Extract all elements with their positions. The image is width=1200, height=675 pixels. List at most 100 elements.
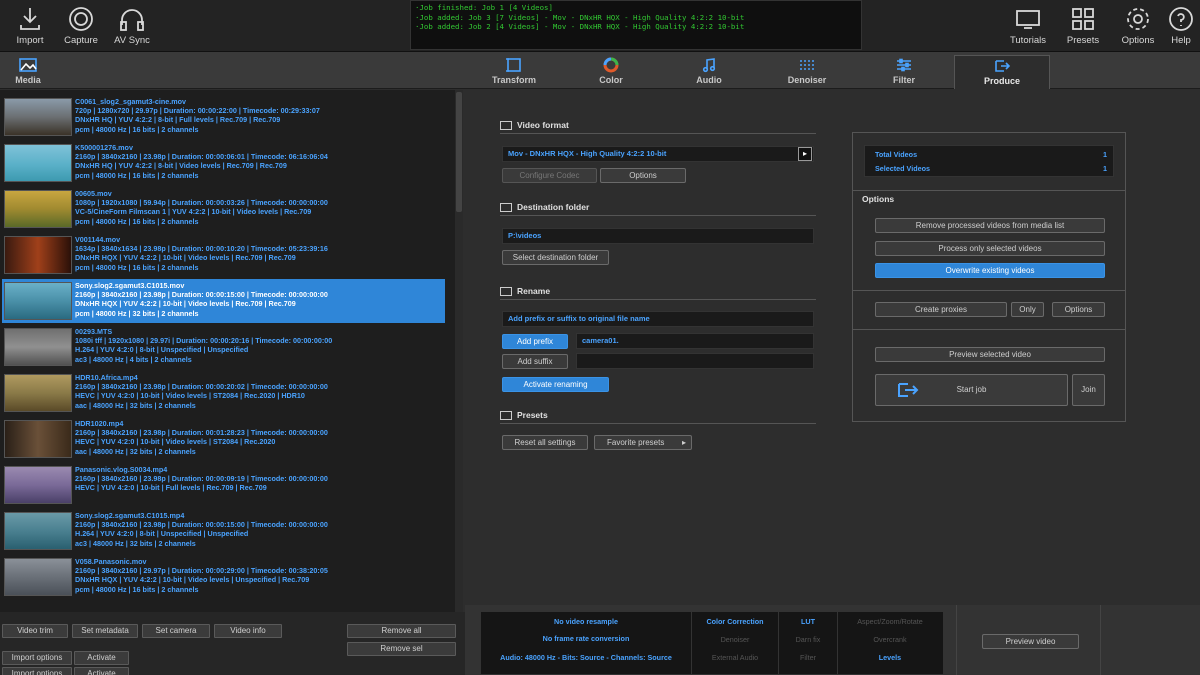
media-item[interactable]: V001144.mov 1634p | 3840x1634 | 23.98p | … [2,233,445,277]
video-thumbnail [4,190,72,228]
activate-button-2[interactable]: Activate [74,667,129,675]
proxies-only-button[interactable]: Only [1011,302,1044,317]
activate-button[interactable]: Activate [74,651,129,665]
presets-button[interactable]: Presets [1053,5,1113,49]
divider [500,215,816,216]
media-item[interactable]: Panasonic.vlog.S0034.mp4 2160p | 3840x216… [2,463,445,507]
tab-denoiser[interactable]: Denoiser [759,55,855,89]
activate-renaming-button[interactable]: Activate renaming [502,377,609,392]
options-label: Options [1121,35,1155,46]
create-proxies-button[interactable]: Create proxies [875,302,1007,317]
media-meta: V001144.mov 1634p | 3840x1634 | 23.98p | … [75,235,328,272]
preview-selected-button[interactable]: Preview selected video [875,347,1105,362]
total-videos-value: 1 [1103,150,1107,159]
tab-color[interactable]: Color [563,55,659,89]
media-item[interactable]: 00605.mov 1080p | 1920x1080 | 59.94p | Du… [2,187,445,231]
video-info-button[interactable]: Video info [214,624,282,638]
start-job-button[interactable]: Start job [875,374,1068,406]
preview-video-button[interactable]: Preview video [982,634,1079,649]
app-window: Import Capture AV Sync ·Job finished: Jo… [0,0,1200,675]
format-options-button[interactable]: Options [600,168,686,183]
video-thumbnail [4,420,72,458]
divider [500,133,816,134]
media-meta: V058.Panasonic.mov 2160p | 3840x2160 | 29… [75,557,328,594]
video-thumbnail [4,374,72,412]
video-thumbnail [4,144,72,182]
proxies-options-button[interactable]: Options [1052,302,1105,317]
transform-icon [466,57,562,75]
media-item[interactable]: K500001276.mov 2160p | 3840x2160 | 23.98p… [2,141,445,185]
remove-selected-button[interactable]: Remove sel [347,642,456,656]
divider [500,299,816,300]
tab-media-label: Media [15,75,41,85]
media-meta: Sony.slog2.sgamut3.C1015.mov 2160p | 3840… [75,281,328,318]
video-thumbnail [4,236,72,274]
divider [853,190,1125,191]
avsync-button[interactable]: AV Sync [102,5,162,49]
media-list[interactable]: C0061_slog2_sgamut3-cine.mov 720p | 1280x… [0,90,455,612]
help-button[interactable]: Help [1162,5,1200,49]
tab-media[interactable]: Media [0,55,56,89]
select-destination-button[interactable]: Select destination folder [502,250,609,265]
tab-audio-label: Audio [696,75,722,85]
folder-icon [500,203,512,213]
grid-icon [1053,5,1113,33]
tab-filter-label: Filter [892,75,915,85]
media-item[interactable]: Sony.slog2.sgamut3.C1015.mp4 2160p | 3840… [2,509,445,553]
join-button[interactable]: Join [1072,374,1105,406]
destination-path-field[interactable]: P:\videos [502,228,814,244]
remove-all-button[interactable]: Remove all [347,624,456,638]
configure-codec-button[interactable]: Configure Codec [502,168,597,183]
divider [956,605,957,675]
media-meta: 00293.MTS 1080i tff | 1920x1080 | 29.97i … [75,327,333,364]
media-item[interactable]: HDR1020.mp4 2160p | 3840x2160 | 23.98p | … [2,417,445,461]
video-thumbnail [4,466,72,504]
import-options-button-2[interactable]: Import options [2,667,72,675]
monitor-icon [998,5,1058,33]
tabs-bar: Media Transform Color Audio Denoiser Fil… [0,52,1200,89]
overwrite-existing-button[interactable]: Overwrite existing videos [875,263,1105,278]
export-icon [896,381,919,399]
color-wheel-icon [563,57,659,75]
set-camera-button[interactable]: Set camera [142,624,210,638]
video-format-heading: Video format [500,120,569,131]
media-item[interactable]: C0061_slog2_sgamut3-cine.mov 720p | 1280x… [2,95,445,139]
suffix-input[interactable] [576,353,814,369]
add-suffix-button[interactable]: Add suffix [502,354,568,369]
add-prefix-button[interactable]: Add prefix [502,334,568,349]
tab-filter[interactable]: Filter [856,55,952,89]
remove-processed-button[interactable]: Remove processed videos from media list [875,218,1105,233]
favorite-presets-button[interactable]: Favorite presets ▸ [594,435,692,450]
format-arrow-icon[interactable]: ▸ [798,147,812,161]
media-scrollbar[interactable] [455,90,463,612]
tutorials-button[interactable]: Tutorials [998,5,1058,49]
media-item[interactable]: HDR10.Africa.mp4 2160p | 3840x2160 | 23.9… [2,371,445,415]
divider [1100,605,1101,675]
help-label: Help [1171,35,1191,46]
media-meta: Sony.slog2.sgamut3.C1015.mp4 2160p | 3840… [75,511,328,548]
set-metadata-button[interactable]: Set metadata [72,624,138,638]
media-item-selected[interactable]: Sony.slog2.sgamut3.C1015.mov 2160p | 3840… [2,279,445,323]
prefix-input[interactable]: camera01. [576,333,814,349]
video-stats: Total Videos 1 Selected Videos 1 [864,145,1114,177]
video-trim-button[interactable]: Video trim [2,624,68,638]
chevron-right-icon: ▸ [681,438,686,447]
media-meta: Panasonic.vlog.S0034.mp4 2160p | 3840x216… [75,465,328,493]
media-item[interactable]: V058.Panasonic.mov 2160p | 3840x2160 | 29… [2,555,445,599]
options-button[interactable]: Options [1108,5,1168,49]
video-thumbnail [4,558,72,596]
tab-transform[interactable]: Transform [466,55,562,89]
summary-denoiser: Denoiser [720,635,750,644]
tab-audio[interactable]: Audio [661,55,757,89]
video-thumbnail [4,282,72,320]
reset-all-settings-button[interactable]: Reset all settings [502,435,588,450]
sliders-icon [856,57,952,75]
media-item[interactable]: 00293.MTS 1080i tff | 1920x1080 | 29.97i … [2,325,445,369]
video-format-select[interactable]: Mov - DNxHR HQX - High Quality 4:2:2 10-… [502,146,814,162]
tab-color-label: Color [599,75,623,85]
process-selected-button[interactable]: Process only selected videos [875,241,1105,256]
import-options-button[interactable]: Import options [2,651,72,665]
scrollbar-thumb[interactable] [456,92,462,212]
summary-external-audio: External Audio [711,653,759,662]
tab-produce[interactable]: Produce [954,55,1050,89]
